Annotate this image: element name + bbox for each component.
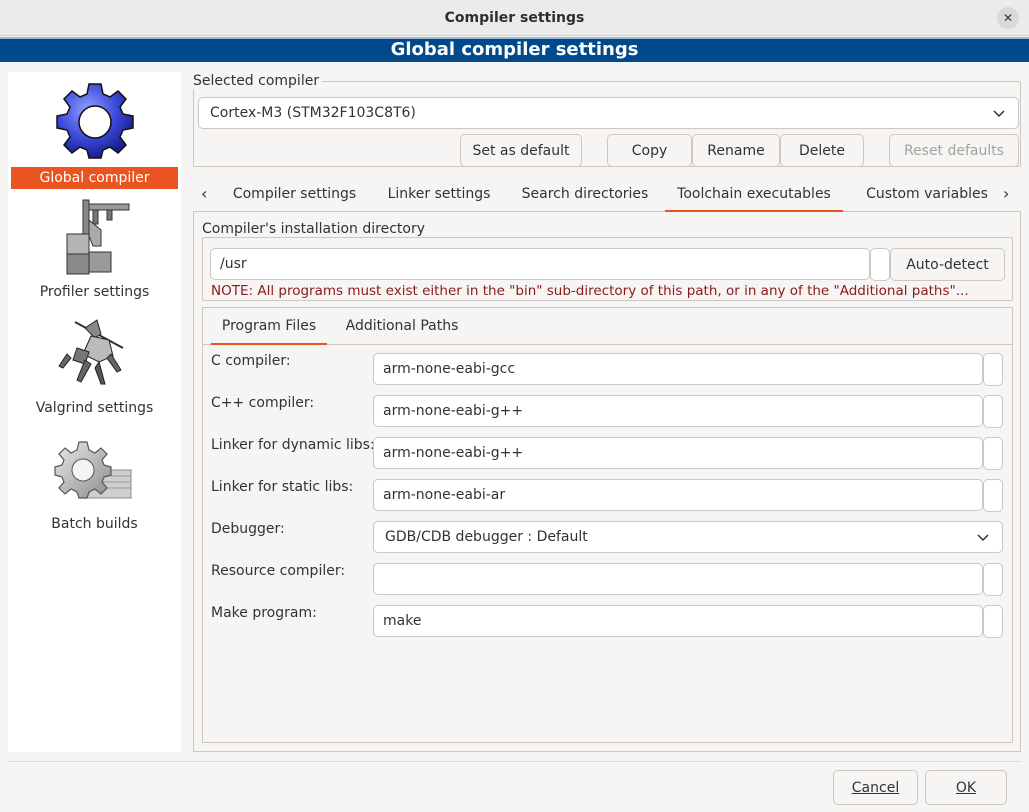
sidebar-item-valgrind-settings[interactable]: Valgrind settings (8, 312, 181, 422)
valgrind-icon (8, 314, 181, 388)
settings-tabbar: ‹ Compiler settings Linker settings Sear… (193, 178, 1021, 212)
debugger-select-value: GDB/CDB debugger : Default (385, 529, 588, 545)
tab-additional-paths[interactable]: Additional Paths (337, 309, 467, 343)
banner-title: Global compiler settings (390, 39, 639, 60)
install-dir-note: NOTE: All programs must exist either in … (211, 283, 969, 299)
tab-linker-settings[interactable]: Linker settings (379, 178, 499, 209)
make-program-value: make (383, 613, 422, 629)
tab-custom-variables[interactable]: Custom variables (859, 178, 995, 209)
sidebar-item-global-compiler-settings[interactable]: Global compiler settings (8, 72, 181, 208)
make-program-browse-button[interactable] (983, 605, 1003, 638)
close-icon: ✕ (1002, 11, 1014, 25)
chevron-down-icon (993, 110, 1005, 118)
c-compiler-value: arm-none-eabi-gcc (383, 361, 516, 377)
chevron-down-icon (977, 534, 989, 542)
resource-compiler-label: Resource compiler: (211, 563, 346, 579)
close-button[interactable]: ✕ (997, 7, 1019, 29)
delete-button[interactable]: Delete (780, 134, 864, 167)
tab-program-files[interactable]: Program Files (211, 309, 327, 345)
install-dir-browse-button[interactable] (870, 248, 890, 281)
sidebar-item-batch-builds[interactable]: Batch builds (8, 430, 181, 540)
compiler-select-value: Cortex-M3 (STM32F103C8T6) (210, 105, 416, 121)
tabs-scroll-left-icon[interactable]: ‹ (201, 184, 207, 203)
window-title: Compiler settings (444, 9, 585, 26)
page-banner: Global compiler settings (0, 37, 1029, 62)
make-program-input[interactable]: make (373, 605, 983, 637)
sidebar-item-profiler-settings[interactable]: Profiler settings (8, 194, 181, 304)
tab-label: Search directories (521, 185, 649, 202)
reset-defaults-button[interactable]: Reset defaults (889, 134, 1019, 167)
tab-label: Compiler settings (232, 185, 357, 202)
c-compiler-input[interactable]: arm-none-eabi-gcc (373, 353, 983, 385)
cpp-compiler-label: C++ compiler: (211, 395, 315, 411)
linker-dynamic-label: Linker for dynamic libs: (211, 437, 375, 453)
sidebar-item-label: Global compiler settings (11, 167, 178, 208)
profiler-icon (8, 196, 181, 276)
sidebar-item-label: Valgrind settings (35, 400, 154, 416)
linker-static-browse-button[interactable] (983, 479, 1003, 512)
ok-button[interactable]: OK (925, 770, 1007, 805)
cpp-compiler-value: arm-none-eabi-g++ (383, 403, 524, 419)
tab-label: Additional Paths (345, 318, 459, 334)
sidebar-item-label: Profiler settings (39, 284, 150, 300)
c-compiler-label: C compiler: (211, 353, 291, 369)
auto-detect-button[interactable]: Auto-detect (890, 248, 1005, 281)
tab-compiler-settings[interactable]: Compiler settings (226, 178, 363, 209)
resource-compiler-browse-button[interactable] (983, 563, 1003, 596)
compiler-select[interactable]: Cortex-M3 (STM32F103C8T6) (198, 97, 1019, 129)
selected-compiler-label: Selected compiler (193, 73, 323, 89)
c-compiler-browse-button[interactable] (983, 353, 1003, 386)
tab-label: Toolchain executables (677, 186, 831, 202)
linker-dynamic-input[interactable]: arm-none-eabi-g++ (373, 437, 983, 469)
linker-static-value: arm-none-eabi-ar (383, 487, 506, 503)
cancel-label: Cancel (851, 779, 900, 796)
batch-builds-icon (8, 438, 181, 504)
tab-label: Custom variables (866, 185, 988, 202)
sidebar-item-label: Batch builds (51, 516, 138, 532)
ok-label: OK (955, 779, 977, 796)
gear-icon (8, 80, 181, 160)
resource-compiler-input[interactable] (373, 563, 983, 595)
install-dir-value: /usr (220, 256, 247, 272)
rename-button[interactable]: Rename (692, 134, 780, 167)
copy-button[interactable]: Copy (607, 134, 692, 167)
cancel-button[interactable]: Cancel (833, 770, 918, 805)
tab-toolchain-executables[interactable]: Toolchain executables (665, 178, 843, 212)
footer-separator (8, 761, 1021, 762)
cpp-compiler-browse-button[interactable] (983, 395, 1003, 428)
linker-static-label: Linker for static libs: (211, 479, 354, 495)
tab-search-directories[interactable]: Search directories (515, 178, 655, 209)
debugger-label: Debugger: (211, 521, 285, 537)
tab-label: Program Files (221, 318, 317, 334)
install-dir-input[interactable]: /usr (210, 248, 870, 280)
linker-static-input[interactable]: arm-none-eabi-ar (373, 479, 983, 511)
title-bar: Compiler settings ✕ (0, 0, 1029, 36)
linker-dynamic-value: arm-none-eabi-g++ (383, 445, 524, 461)
sidebar: Global compiler settings Profiler settin… (8, 72, 181, 752)
linker-dynamic-browse-button[interactable] (983, 437, 1003, 470)
debugger-select[interactable]: GDB/CDB debugger : Default (373, 521, 1003, 553)
install-dir-label: Compiler's installation directory (202, 221, 428, 237)
tab-label: Linker settings (387, 185, 491, 202)
tabs-scroll-right-icon[interactable]: › (1003, 184, 1009, 203)
set-as-default-button[interactable]: Set as default (460, 134, 582, 167)
make-program-label: Make program: (211, 605, 317, 621)
cpp-compiler-input[interactable]: arm-none-eabi-g++ (373, 395, 983, 427)
subtabbar: Program Files Additional Paths (202, 309, 1013, 345)
